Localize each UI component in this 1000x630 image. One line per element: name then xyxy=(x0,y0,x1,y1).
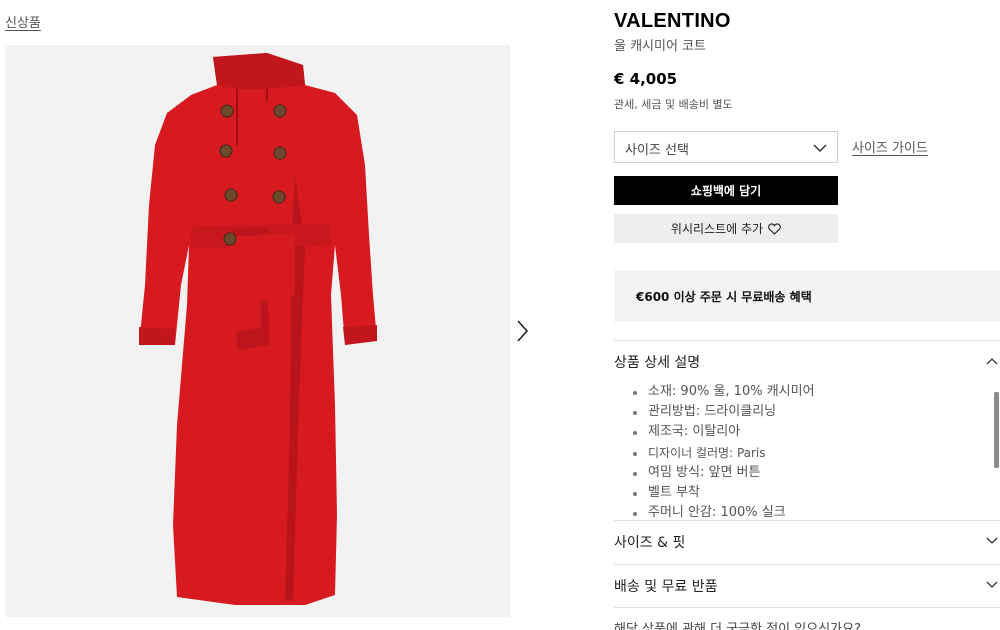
free-shipping-text: €600 이상 주문 시 무료배송 혜택 xyxy=(636,290,812,304)
product-image-coat xyxy=(139,53,377,605)
product-price: € 4,005 xyxy=(614,70,678,88)
product-name: 울 캐시미어 코트 xyxy=(614,39,706,54)
chevron-down-icon xyxy=(986,581,998,588)
chevron-down-icon xyxy=(986,537,998,544)
details-scrollbar-thumb[interactable] xyxy=(994,392,999,468)
detail-item-material: 소재: 90% 울, 10% 캐시미어 xyxy=(630,382,992,402)
wishlist-label: 위시리스트에 추가 xyxy=(670,222,764,236)
accordion-details-title: 상품 상세 설명 xyxy=(614,355,701,371)
accordion-details-header[interactable]: 상품 상세 설명 xyxy=(614,341,1000,381)
size-select-dropdown[interactable]: 사이즈 선택 xyxy=(614,131,838,163)
breadcrumb-new-arrivals[interactable]: 신상품 xyxy=(5,12,41,31)
detail-item-origin: 제조국: 이탈리아 xyxy=(630,422,992,442)
product-image-gallery xyxy=(5,45,510,617)
accordion-shipping-header[interactable]: 배송 및 무료 반품 xyxy=(614,565,1000,605)
product-info-panel: VALENTINO 울 캐시미어 코트 € 4,005 관세, 세금 및 배송비… xyxy=(614,0,1000,630)
detail-item-closure: 여밈 방식: 앞면 버튼 xyxy=(630,463,992,483)
add-to-bag-button[interactable]: 쇼핑백에 담기 xyxy=(614,176,838,205)
size-select-label: 사이즈 선택 xyxy=(625,143,689,158)
chevron-up-icon xyxy=(986,358,998,365)
heart-icon xyxy=(768,223,781,235)
product-details-list: 소재: 90% 울, 10% 캐시미어 관리방법: 드라이클리닝 제조국: 이탈… xyxy=(614,382,992,520)
detail-item-care: 관리방법: 드라이클리닝 xyxy=(630,402,992,422)
chevron-down-icon xyxy=(813,144,827,153)
free-shipping-banner: €600 이상 주문 시 무료배송 혜택 xyxy=(614,270,1000,322)
chevron-right-icon xyxy=(517,320,529,342)
gallery-next-button[interactable] xyxy=(513,318,533,344)
product-question-text: 해당 상품에 관해 더 궁금한 점이 있으신가요? xyxy=(614,622,861,630)
add-to-wishlist-button[interactable]: 위시리스트에 추가 xyxy=(614,214,838,243)
detail-item-lining: 주머니 안감: 100% 실크 xyxy=(630,503,992,520)
detail-item-color: 디자이너 컬러명: Paris xyxy=(630,443,992,463)
size-guide-link[interactable]: 사이즈 가이드 xyxy=(852,137,928,156)
tax-note: 관세, 세금 및 배송비 별도 xyxy=(614,98,733,111)
add-to-bag-label: 쇼핑백에 담기 xyxy=(690,184,762,198)
accordion-size-fit-title: 사이즈 & 핏 xyxy=(614,535,686,551)
brand-name[interactable]: VALENTINO xyxy=(614,10,731,33)
detail-item-belt: 벨트 부착 xyxy=(630,483,992,503)
divider xyxy=(614,607,1000,608)
accordion-size-fit-header[interactable]: 사이즈 & 핏 xyxy=(614,521,1000,561)
accordion-shipping-title: 배송 및 무료 반품 xyxy=(614,579,718,595)
